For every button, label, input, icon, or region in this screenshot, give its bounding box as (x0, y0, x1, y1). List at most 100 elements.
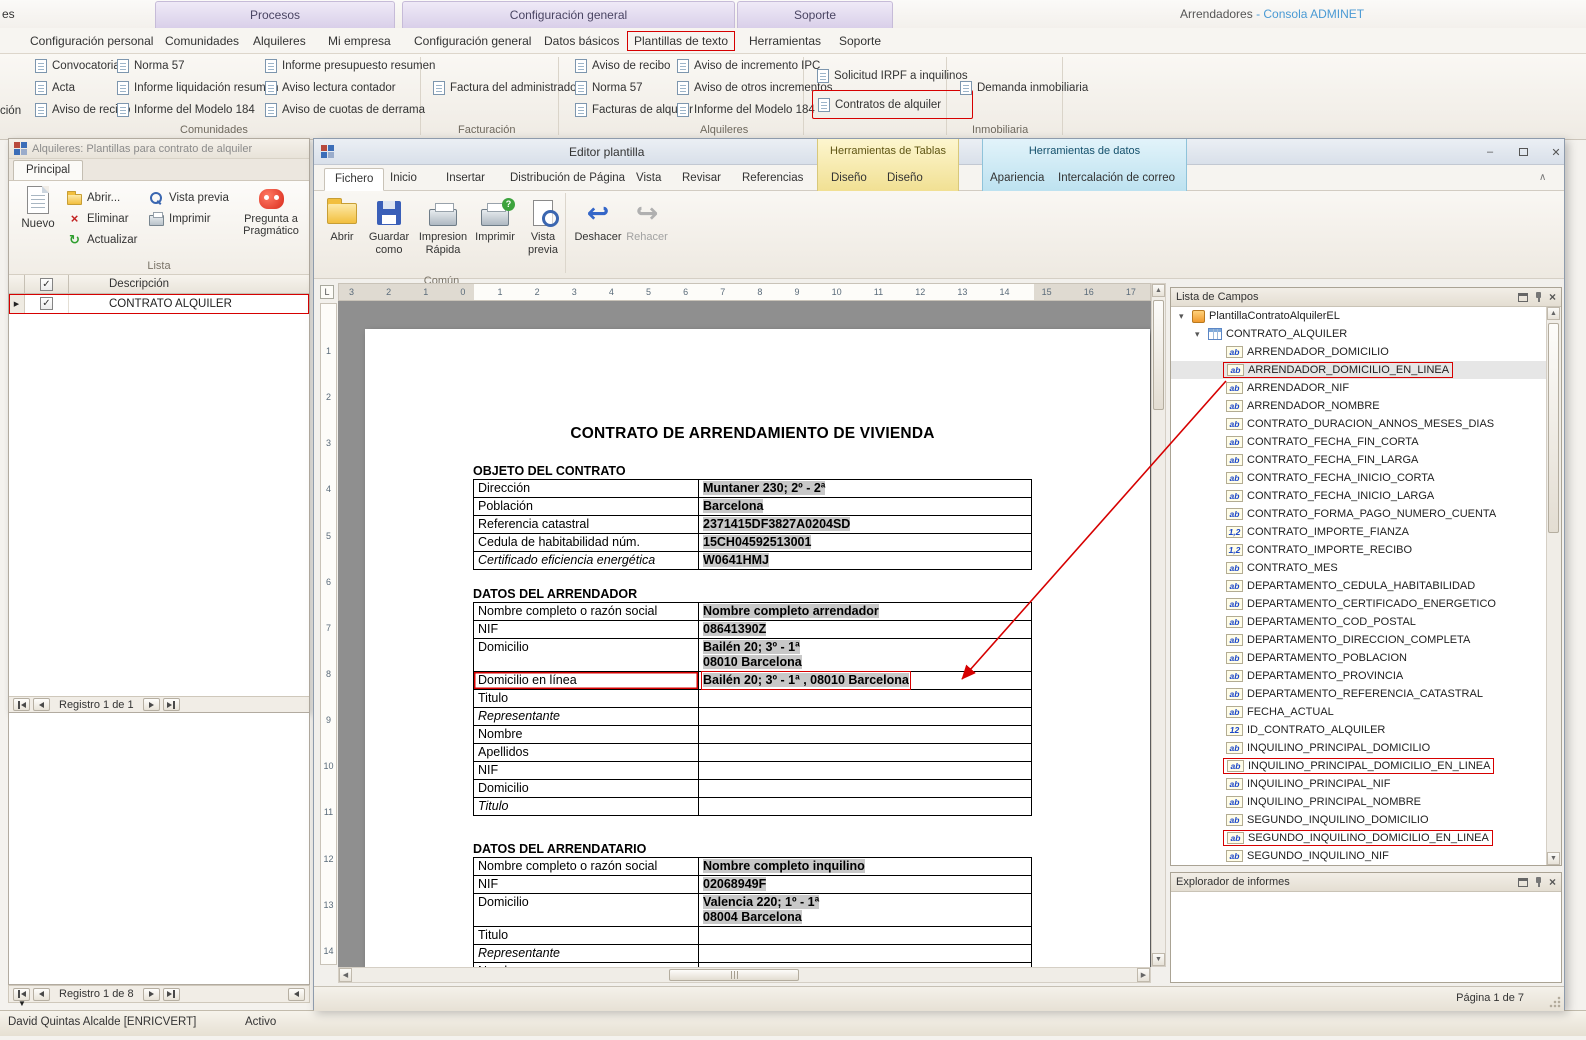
field-item-contrato-importe-fianza[interactable]: 1,2CONTRATO_IMPORTE_FIANZA (1171, 523, 1546, 541)
rehacer-button[interactable]: ↪ Rehacer (624, 195, 670, 244)
ribbon-group-configuracion-general[interactable]: Configuración general (402, 1, 735, 28)
field-item-contrato-importe-recibo[interactable]: 1,2CONTRATO_IMPORTE_RECIBO (1171, 541, 1546, 559)
ribbon-button-informe-presupuesto-resumen[interactable]: Informe presupuesto resumen (260, 55, 440, 77)
tab-configuracion-personal[interactable]: Configuración personal (30, 34, 153, 48)
scroll-up-button[interactable]: ▲ (1152, 284, 1165, 297)
field-item-departamento-cedula-habitabilidad[interactable]: abDEPARTAMENTO_CEDULA_HABITABILIDAD (1171, 577, 1546, 595)
field-item-departamento-provincia[interactable]: abDEPARTAMENTO_PROVINCIA (1171, 667, 1546, 685)
scroll-thumb[interactable] (1153, 300, 1164, 410)
row-checkbox[interactable] (40, 297, 53, 310)
tab-referencias[interactable]: Referencias (742, 172, 803, 184)
tab-stop-selector[interactable]: L (320, 285, 334, 299)
collapse-left-button[interactable] (288, 988, 305, 1001)
vista-previa-button[interactable]: Vista previa (520, 195, 566, 257)
ribbon-group-soporte[interactable]: Soporte (737, 1, 893, 28)
tab-mi-empresa[interactable]: Mi empresa (328, 34, 391, 48)
scroll-up-button[interactable]: ▲ (1547, 307, 1560, 320)
tab-intercalacion-de-correo[interactable]: Intercalación de correo (1058, 172, 1175, 184)
ribbon-button-solicitud-irpf-a-inquilinos[interactable]: Solicitud IRPF a inquilinos (812, 61, 973, 90)
tab-soporte[interactable]: Soporte (839, 34, 881, 48)
grid-row-contrato-alquiler[interactable]: ▶ CONTRATO ALQUILER (9, 294, 309, 314)
tab-diseno-tablas-1[interactable]: Diseño (831, 172, 867, 184)
field-item-segundo-inquilino-domicilio[interactable]: abSEGUNDO_INQUILINO_DOMICILIO (1171, 811, 1546, 829)
next-record-button[interactable] (143, 988, 160, 1001)
plantillas-titlebar[interactable]: Alquileres: Plantillas para contrato de … (9, 139, 309, 159)
tab-vista[interactable]: Vista (636, 172, 661, 184)
tab-configuracion-general[interactable]: Configuración general (414, 34, 531, 48)
scroll-down-button[interactable]: ▼ (1547, 852, 1560, 865)
scroll-right-button[interactable]: ▶ (1137, 968, 1150, 982)
eliminar-button[interactable]: × Eliminar (67, 208, 138, 229)
field-item-contrato-duracion-annos-meses-dias[interactable]: abCONTRATO_DURACION_ANNOS_MESES_DIAS (1171, 415, 1546, 433)
field-item-departamento-direccion-completa[interactable]: abDEPARTAMENTO_DIRECCION_COMPLETA (1171, 631, 1546, 649)
abrir-button[interactable]: Abrir... (67, 187, 138, 208)
fields-panel-header[interactable]: Lista de Campos × (1171, 288, 1561, 307)
minimize-button[interactable]: – (1477, 144, 1503, 160)
imprimir-button[interactable]: Imprimir (149, 208, 229, 229)
scroll-thumb[interactable] (1548, 323, 1559, 533)
close-button[interactable]: ✕ (1543, 144, 1569, 160)
impresion-rapida-button[interactable]: Impresion Rápida (416, 195, 470, 257)
tab-distribucion-de-pagina[interactable]: Distribución de Página (510, 172, 625, 184)
select-all-checkbox[interactable] (40, 278, 53, 291)
first-record-button[interactable] (13, 698, 30, 711)
tab-insertar[interactable]: Insertar (446, 172, 485, 184)
scroll-thumb[interactable] (669, 969, 799, 981)
tree-node-plantilla[interactable]: ▾ PlantillaContratoAlquilerEL (1171, 307, 1546, 325)
field-item-segundo-inquilino-domicilio-en-linea[interactable]: abSEGUNDO_INQUILINO_DOMICILIO_EN_LINEA (1171, 829, 1546, 847)
next-record-button[interactable] (143, 698, 160, 711)
previous-record-button[interactable] (33, 988, 50, 1001)
close-icon[interactable]: × (1549, 876, 1556, 888)
field-item-departamento-certificado-energetico[interactable]: abDEPARTAMENTO_CERTIFICADO_ENERGETICO (1171, 595, 1546, 613)
field-item-segundo-inquilino-nif[interactable]: abSEGUNDO_INQUILINO_NIF (1171, 847, 1546, 865)
ribbon-button-demanda-inmobiliaria[interactable]: Demanda inmobiliaria (955, 77, 1093, 99)
document-page[interactable]: CONTRATO DE ARRENDAMIENTO DE VIVIENDA OB… (365, 329, 1150, 967)
tab-comunidades[interactable]: Comunidades (165, 34, 239, 48)
resize-grip[interactable] (1549, 996, 1561, 1008)
fields-scrollbar[interactable]: ▲ ▼ (1546, 307, 1561, 865)
maximize-panel-icon[interactable] (1518, 293, 1528, 302)
ribbon-button-aviso-lectura-contador[interactable]: Aviso lectura contador (260, 77, 440, 99)
tab-alquileres[interactable]: Alquileres (253, 34, 306, 48)
field-item-arrendador-nombre[interactable]: abARRENDADOR_NOMBRE (1171, 397, 1546, 415)
field-item-departamento-poblacion[interactable]: abDEPARTAMENTO_POBLACION (1171, 649, 1546, 667)
vista-previa-button[interactable]: Vista previa (149, 187, 229, 208)
collapse-ribbon-icon[interactable]: ∧ (1539, 172, 1546, 183)
actualizar-button[interactable]: ↻ Actualizar (67, 229, 138, 250)
nuevo-button[interactable]: Nuevo (15, 186, 61, 230)
field-item-contrato-fecha-inicio-corta[interactable]: abCONTRATO_FECHA_INICIO_CORTA (1171, 469, 1546, 487)
field-item-inquilino-principal-nif[interactable]: abINQUILINO_PRINCIPAL_NIF (1171, 775, 1546, 793)
field-item-inquilino-principal-domicilio-en-linea[interactable]: abINQUILINO_PRINCIPAL_DOMICILIO_EN_LINEA (1171, 757, 1546, 775)
field-item-departamento-referencia-catastral[interactable]: abDEPARTAMENTO_REFERENCIA_CATASTRAL (1171, 685, 1546, 703)
field-item-inquilino-principal-domicilio[interactable]: abINQUILINO_PRINCIPAL_DOMICILIO (1171, 739, 1546, 757)
deshacer-button[interactable]: ↩ Deshacer (574, 195, 622, 244)
chevron-down-icon[interactable]: ▾ (1195, 329, 1205, 340)
field-item-id-contrato-alquiler[interactable]: 12ID_CONTRATO_ALQUILER (1171, 721, 1546, 739)
ribbon-button-norma-57[interactable]: Norma 57 (112, 55, 283, 77)
tab-inicio[interactable]: Inicio (390, 172, 417, 184)
field-item-contrato-fecha-inicio-larga[interactable]: abCONTRATO_FECHA_INICIO_LARGA (1171, 487, 1546, 505)
last-record-button[interactable] (163, 698, 180, 711)
scroll-down-button[interactable]: ▼ (1152, 953, 1165, 966)
tab-plantillas-de-texto[interactable]: Plantillas de texto (627, 31, 735, 51)
field-item-contrato-fecha-fin-larga[interactable]: abCONTRATO_FECHA_FIN_LARGA (1171, 451, 1546, 469)
vertical-scrollbar[interactable]: ▲ ▼ (1151, 283, 1166, 967)
tab-diseno-tablas-2[interactable]: Diseño (887, 172, 923, 184)
tree-node-contrato-alquiler[interactable]: ▾ CONTRATO_ALQUILER (1171, 325, 1546, 343)
dropdown-marker[interactable]: ▼ (18, 999, 26, 1008)
field-item-departamento-cod-postal[interactable]: abDEPARTAMENTO_COD_POSTAL (1171, 613, 1546, 631)
guardar-como-button[interactable]: Guardar como (364, 195, 414, 257)
field-item-fecha-actual[interactable]: abFECHA_ACTUAL (1171, 703, 1546, 721)
ribbon-button-contratos-de-alquiler[interactable]: Contratos de alquiler (812, 90, 973, 119)
pin-icon[interactable] (1534, 876, 1543, 888)
ribbon-button-factura-del-administrador[interactable]: Factura del administrador (428, 77, 585, 99)
pin-icon[interactable] (1534, 291, 1543, 303)
ribbon-button-informe-del-modelo-184[interactable]: Informe del Modelo 184 (112, 99, 283, 121)
tab-fichero[interactable]: Fichero (324, 168, 384, 191)
field-item-inquilino-principal-nombre[interactable]: abINQUILINO_PRINCIPAL_NOMBRE (1171, 793, 1546, 811)
clipped-ribbon-item[interactable]: ción (0, 105, 21, 117)
ribbon-button-aviso-de-cuotas-de-derrama[interactable]: Aviso de cuotas de derrama (260, 99, 440, 121)
scroll-left-button[interactable]: ◀ (339, 968, 352, 982)
field-item-contrato-forma-pago-numero-cuenta[interactable]: abCONTRATO_FORMA_PAGO_NUMERO_CUENTA (1171, 505, 1546, 523)
pregunta-pragmatico-button[interactable]: Pregunta aPragmático (235, 189, 307, 237)
